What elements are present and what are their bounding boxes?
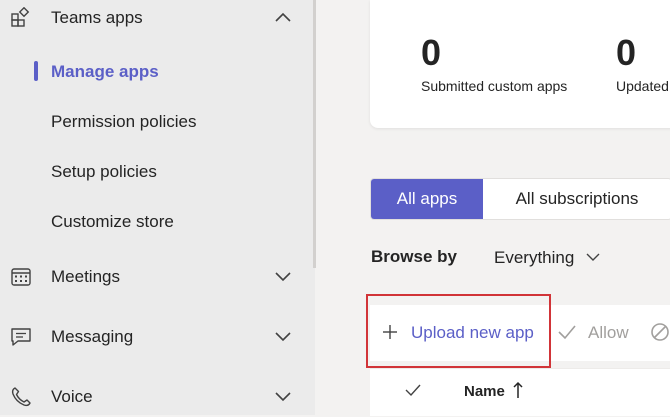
sidebar-item-setup-policies[interactable]: Setup policies bbox=[0, 154, 315, 190]
stat-updated-label: Updated bbox=[616, 78, 669, 94]
stat-submitted: 0 Submitted custom apps bbox=[421, 32, 567, 94]
calendar-icon bbox=[11, 268, 31, 286]
phone-icon bbox=[11, 387, 31, 407]
sidebar-item-label: Manage apps bbox=[51, 62, 159, 81]
sort-ascending-icon[interactable] bbox=[512, 381, 524, 399]
browse-by-dropdown[interactable]: Everything bbox=[494, 248, 574, 268]
chevron-down-icon[interactable] bbox=[585, 251, 601, 263]
select-all-checkmark-icon[interactable] bbox=[404, 383, 422, 397]
stat-submitted-label: Submitted custom apps bbox=[421, 78, 568, 94]
tab-all-apps[interactable]: All apps bbox=[371, 179, 483, 219]
allow-label: Allow bbox=[588, 323, 629, 342]
sidebar-item-label: Setup policies bbox=[51, 162, 157, 181]
checkmark-icon bbox=[558, 325, 576, 340]
allow-button[interactable]: Allow bbox=[556, 305, 636, 361]
nav-teams-apps-label: Teams apps bbox=[51, 8, 143, 27]
highlight-box bbox=[366, 294, 551, 368]
tab-bar: All apps All subscriptions bbox=[370, 178, 670, 220]
apps-icon bbox=[11, 7, 30, 27]
browse-by-label: Browse by bbox=[371, 247, 457, 266]
chevron-up-icon[interactable] bbox=[274, 10, 292, 24]
left-nav: Teams apps Manage apps Permission polici… bbox=[0, 0, 316, 417]
nav-meetings-label: Meetings bbox=[51, 267, 120, 286]
sidebar-item-label: Customize store bbox=[51, 212, 174, 231]
nav-messaging-label: Messaging bbox=[51, 327, 134, 346]
chevron-down-icon[interactable] bbox=[274, 329, 292, 343]
chat-icon bbox=[11, 328, 31, 346]
stat-updated-value: 0 bbox=[616, 32, 637, 73]
nav-voice-label: Voice bbox=[51, 387, 93, 406]
stat-submitted-value: 0 bbox=[421, 32, 442, 73]
sidebar-item-label: Permission policies bbox=[51, 112, 197, 131]
stats-card: 0 Submitted custom apps 0 Updated bbox=[370, 0, 670, 128]
chevron-down-icon[interactable] bbox=[274, 269, 292, 283]
block-icon[interactable] bbox=[650, 322, 670, 342]
sidebar-item-customize-store[interactable]: Customize store bbox=[0, 204, 315, 240]
tab-all-subscriptions[interactable]: All subscriptions bbox=[483, 179, 670, 219]
column-header-name[interactable]: Name bbox=[464, 383, 505, 400]
stat-updated: 0 Updated bbox=[616, 32, 669, 94]
nav-messaging[interactable]: Messaging bbox=[0, 317, 315, 357]
nav-voice[interactable]: Voice bbox=[0, 377, 315, 417]
nav-teams-apps[interactable]: Teams apps bbox=[0, 0, 315, 38]
sidebar-item-permission-policies[interactable]: Permission policies bbox=[0, 104, 315, 140]
sidebar-item-manage-apps[interactable]: Manage apps bbox=[0, 54, 315, 90]
chevron-down-icon[interactable] bbox=[274, 389, 292, 403]
table-header: Name bbox=[370, 368, 670, 416]
nav-meetings[interactable]: Meetings bbox=[0, 257, 315, 297]
active-indicator bbox=[34, 61, 38, 81]
